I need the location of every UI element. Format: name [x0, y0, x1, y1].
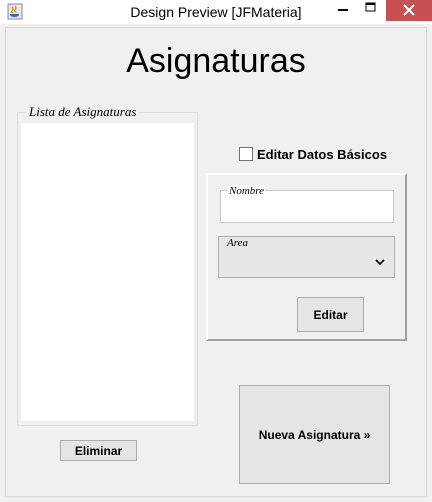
close-icon [403, 4, 415, 16]
edit-basic-data-checkbox[interactable] [239, 147, 253, 161]
subject-list-legend: Lista de Asignaturas [26, 104, 140, 120]
minimize-icon [338, 9, 348, 11]
close-button[interactable] [386, 0, 432, 21]
chevron-down-icon [375, 259, 385, 266]
app-window: Design Preview [JFMateria] Asignaturas L… [0, 0, 432, 502]
maximize-button[interactable] [358, 0, 382, 21]
minimize-button[interactable] [332, 0, 354, 21]
edit-basic-data-label: Editar Datos Básicos [257, 146, 388, 162]
delete-button[interactable]: Eliminar [60, 440, 137, 461]
edit-basic-data-toggle[interactable]: Editar Datos Básicos [239, 146, 387, 162]
maximize-icon [365, 2, 376, 12]
edit-button[interactable]: Editar [297, 297, 364, 332]
new-subject-button[interactable]: Nueva Asignatura » [239, 385, 390, 484]
nombre-legend: Nombre [228, 185, 266, 197]
page-title: Asignaturas [126, 42, 306, 80]
area-legend: Area [227, 237, 248, 249]
title-bar[interactable]: Design Preview [JFMateria] [0, 0, 432, 24]
subject-list[interactable] [21, 123, 194, 421]
